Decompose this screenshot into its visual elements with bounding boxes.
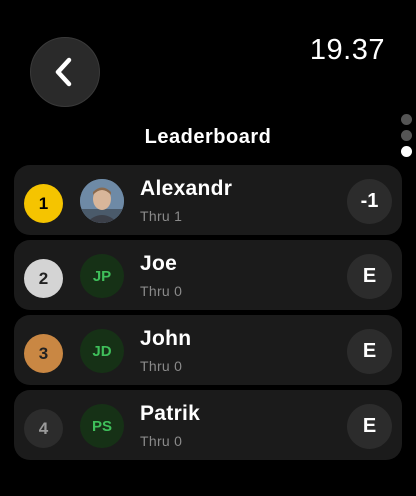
player-name: Alexandr [140,177,233,200]
leaderboard-row[interactable]: 4 PS Patrik Thru 0 E [14,390,402,460]
leaderboard-row[interactable]: 3 JD John Thru 0 E [14,315,402,385]
clock-time: 19.37 [309,34,385,66]
back-button[interactable] [30,37,100,107]
rank-badge: 3 [24,334,63,373]
leaderboard-list: 1 Alexandr Thru 1 -1 2 JP Joe Thru 0 E 3… [14,165,402,465]
avatar-initials: PS [80,404,124,448]
rank-badge: 1 [24,184,63,223]
player-thru: Thru 0 [140,283,183,299]
leaderboard-row[interactable]: 1 Alexandr Thru 1 -1 [14,165,402,235]
player-name: Patrik [140,402,201,425]
rank-badge: 2 [24,259,63,298]
score-badge: -1 [347,179,392,224]
player-name: John [140,327,192,350]
profile-photo-icon [80,179,124,223]
page-dot-active [401,146,412,157]
chevron-left-icon [55,57,72,87]
page-dot [401,130,412,141]
player-name: Joe [140,252,178,275]
avatar-initials: JD [80,329,124,373]
score-badge: E [347,254,392,299]
rank-badge: 4 [24,409,63,448]
page-dot [401,114,412,125]
leaderboard-row[interactable]: 2 JP Joe Thru 0 E [14,240,402,310]
score-badge: E [347,329,392,374]
page-indicator [401,114,412,157]
page-title: Leaderboard [144,126,272,148]
player-thru: Thru 0 [140,433,183,449]
player-thru: Thru 0 [140,358,183,374]
player-thru: Thru 1 [140,208,183,224]
score-badge: E [347,404,392,449]
avatar-initials: JP [80,254,124,298]
avatar [80,179,124,223]
